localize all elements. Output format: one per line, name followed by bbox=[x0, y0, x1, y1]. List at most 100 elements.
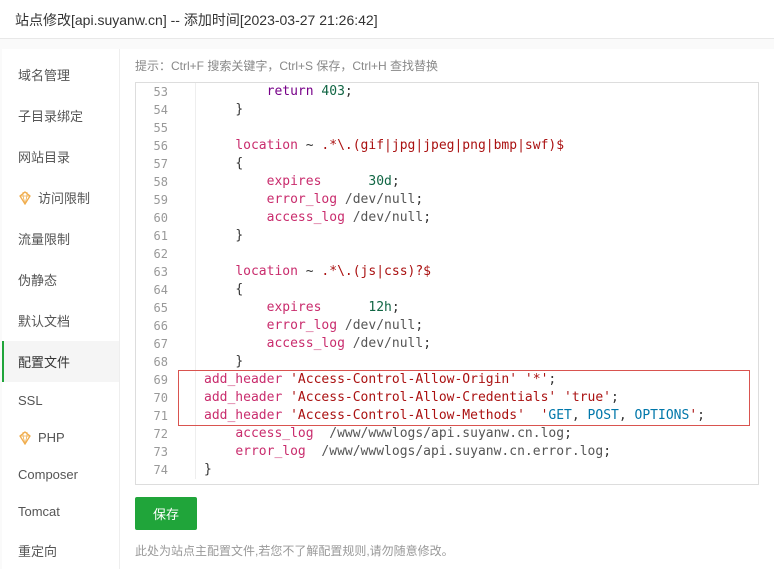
line-number: 61 bbox=[136, 227, 178, 245]
sidebar-item-label: Tomcat bbox=[18, 504, 60, 519]
sidebar-item-5[interactable]: 伪静态 bbox=[2, 259, 119, 300]
code-line[interactable]: 55 bbox=[136, 119, 758, 137]
code-line[interactable]: 73 error_log /www/wwwlogs/api.suyanw.cn.… bbox=[136, 443, 758, 461]
line-number: 57 bbox=[136, 155, 178, 173]
diamond-icon bbox=[18, 431, 32, 445]
fold-gutter bbox=[178, 119, 196, 137]
save-button[interactable]: 保存 bbox=[135, 497, 197, 530]
sidebar-item-label: SSL bbox=[18, 393, 43, 408]
line-number: 65 bbox=[136, 299, 178, 317]
code-content[interactable]: } bbox=[196, 227, 243, 245]
sidebar: 域名管理子目录绑定网站目录访问限制流量限制伪静态默认文档配置文件 SSL PHP Co… bbox=[2, 49, 120, 569]
fold-gutter bbox=[178, 389, 196, 407]
code-content[interactable]: access_log /dev/null; bbox=[196, 209, 431, 227]
code-line[interactable]: 59 error_log /dev/null; bbox=[136, 191, 758, 209]
sidebar-item-3[interactable]: 访问限制 bbox=[2, 177, 119, 218]
line-number: 64 bbox=[136, 281, 178, 299]
code-line[interactable]: 53 return 403; bbox=[136, 83, 758, 101]
fold-gutter bbox=[178, 137, 196, 155]
sidebar-item-8[interactable]: SSL bbox=[2, 382, 119, 419]
line-number: 53 bbox=[136, 83, 178, 101]
code-line[interactable]: 65 expires 12h; bbox=[136, 299, 758, 317]
code-content[interactable]: return 403; bbox=[196, 83, 353, 101]
fold-gutter bbox=[178, 227, 196, 245]
code-line[interactable]: 67 access_log /dev/null; bbox=[136, 335, 758, 353]
fold-gutter bbox=[178, 281, 196, 299]
line-number: 66 bbox=[136, 317, 178, 335]
sidebar-item-2[interactable]: 网站目录 bbox=[2, 136, 119, 177]
sidebar-item-11[interactable]: Tomcat bbox=[2, 493, 119, 530]
line-number: 71 bbox=[136, 407, 178, 425]
line-number: 56 bbox=[136, 137, 178, 155]
line-number: 59 bbox=[136, 191, 178, 209]
line-number: 69 bbox=[136, 371, 178, 389]
code-content[interactable]: { bbox=[196, 281, 243, 299]
fold-gutter bbox=[178, 263, 196, 281]
line-number: 58 bbox=[136, 173, 178, 191]
fold-gutter bbox=[178, 299, 196, 317]
line-number: 70 bbox=[136, 389, 178, 407]
code-line[interactable]: 64 { bbox=[136, 281, 758, 299]
code-content[interactable]: error_log /dev/null; bbox=[196, 191, 423, 209]
code-content[interactable]: access_log /dev/null; bbox=[196, 335, 431, 353]
sidebar-item-9[interactable]: PHP bbox=[2, 419, 119, 456]
code-content[interactable] bbox=[196, 245, 204, 263]
sidebar-item-12[interactable]: 重定向 bbox=[2, 530, 119, 569]
code-line[interactable]: 72 access_log /www/wwwlogs/api.suyanw.cn… bbox=[136, 425, 758, 443]
code-line[interactable]: 71 add_header 'Access-Control-Allow-Metho… bbox=[136, 407, 758, 425]
code-content[interactable]: { bbox=[196, 155, 243, 173]
code-line[interactable]: 56 location ~ .*\.(gif|jpg|jpeg|png|bmp|… bbox=[136, 137, 758, 155]
code-content[interactable] bbox=[196, 119, 204, 137]
code-line[interactable]: 57 { bbox=[136, 155, 758, 173]
code-line[interactable]: 69 add_header 'Access-Control-Allow-Origi… bbox=[136, 371, 758, 389]
code-line[interactable]: 60 access_log /dev/null; bbox=[136, 209, 758, 227]
code-line[interactable]: 68 } bbox=[136, 353, 758, 371]
code-line[interactable]: 58 expires 30d; bbox=[136, 173, 758, 191]
code-content[interactable]: add_header 'Access-Control-Allow-Origin'… bbox=[196, 371, 556, 389]
code-line[interactable]: 66 error_log /dev/null; bbox=[136, 317, 758, 335]
line-number: 68 bbox=[136, 353, 178, 371]
sidebar-item-10[interactable]: Composer bbox=[2, 456, 119, 493]
fold-gutter bbox=[178, 209, 196, 227]
sidebar-item-label: 域名管理 bbox=[18, 65, 70, 84]
sidebar-item-label: Composer bbox=[18, 467, 78, 482]
window-title: 站点修改[api.suyanw.cn] -- 添加时间[2023-03-27 2… bbox=[0, 0, 774, 39]
fold-gutter bbox=[178, 335, 196, 353]
sidebar-item-label: 子目录绑定 bbox=[18, 106, 83, 125]
code-content[interactable]: error_log /www/wwwlogs/api.suyanw.cn.err… bbox=[196, 443, 611, 461]
sidebar-item-4[interactable]: 流量限制 bbox=[2, 218, 119, 259]
sidebar-item-0[interactable]: 域名管理 bbox=[2, 54, 119, 95]
code-content[interactable]: add_header 'Access-Control-Allow-Credent… bbox=[196, 389, 619, 407]
fold-gutter bbox=[178, 155, 196, 173]
code-content[interactable]: } bbox=[196, 461, 212, 479]
fold-gutter bbox=[178, 101, 196, 119]
main-panel: 提示：Ctrl+F 搜索关键字，Ctrl+S 保存，Ctrl+H 查找替换 53… bbox=[120, 49, 774, 569]
code-line[interactable]: 61 } bbox=[136, 227, 758, 245]
code-line[interactable]: 63 location ~ .*\.(js|css)?$ bbox=[136, 263, 758, 281]
code-content[interactable]: access_log /www/wwwlogs/api.suyanw.cn.lo… bbox=[196, 425, 572, 443]
code-line[interactable]: 62 bbox=[136, 245, 758, 263]
code-content[interactable]: location ~ .*\.(js|css)?$ bbox=[196, 263, 431, 281]
sidebar-item-label: 默认文档 bbox=[18, 311, 70, 330]
code-content[interactable]: } bbox=[196, 101, 243, 119]
sidebar-item-6[interactable]: 默认文档 bbox=[2, 300, 119, 341]
fold-gutter bbox=[178, 173, 196, 191]
sidebar-item-label: PHP bbox=[38, 430, 65, 445]
line-number: 60 bbox=[136, 209, 178, 227]
sidebar-item-7[interactable]: 配置文件 bbox=[2, 341, 119, 382]
code-line[interactable]: 70 add_header 'Access-Control-Allow-Crede… bbox=[136, 389, 758, 407]
sidebar-item-label: 配置文件 bbox=[18, 352, 70, 371]
line-number: 55 bbox=[136, 119, 178, 137]
code-content[interactable]: add_header 'Access-Control-Allow-Methods… bbox=[196, 407, 705, 425]
code-content[interactable]: } bbox=[196, 353, 243, 371]
code-line[interactable]: 74} bbox=[136, 461, 758, 479]
code-content[interactable]: location ~ .*\.(gif|jpg|jpeg|png|bmp|swf… bbox=[196, 137, 564, 155]
sidebar-item-1[interactable]: 子目录绑定 bbox=[2, 95, 119, 136]
config-editor[interactable]: 53 return 403;54 }5556 location ~ .*\.(g… bbox=[135, 82, 759, 485]
code-content[interactable]: expires 12h; bbox=[196, 299, 400, 317]
code-content[interactable]: expires 30d; bbox=[196, 173, 400, 191]
code-content[interactable]: error_log /dev/null; bbox=[196, 317, 423, 335]
code-line[interactable]: 54 } bbox=[136, 101, 758, 119]
fold-gutter bbox=[178, 443, 196, 461]
fold-gutter bbox=[178, 461, 196, 479]
